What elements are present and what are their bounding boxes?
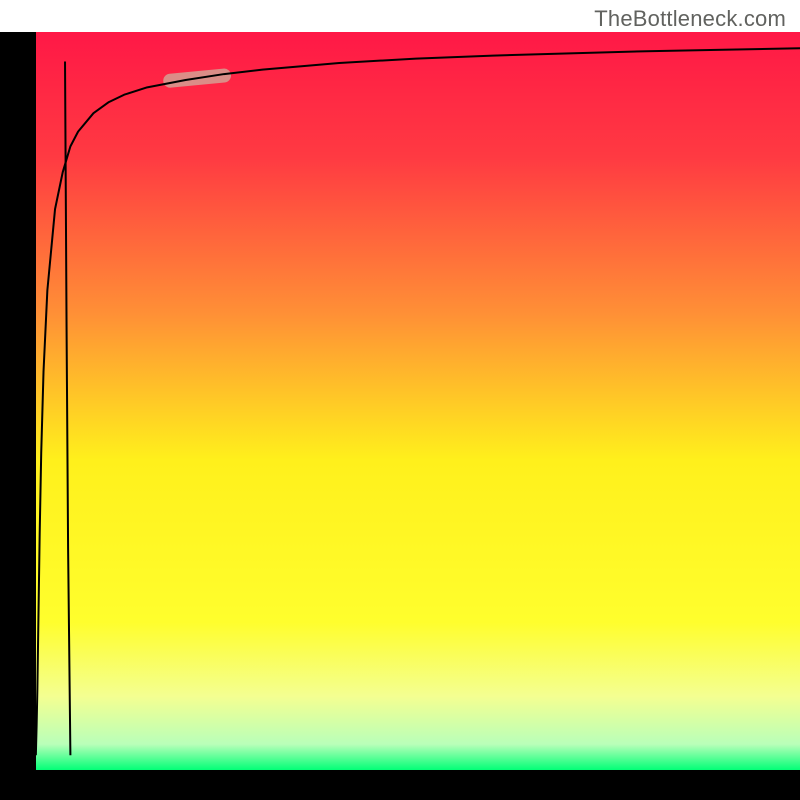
x-axis [0,770,800,800]
bottleneck-chart [0,0,800,800]
attribution-label: TheBottleneck.com [594,6,786,32]
chart-container: TheBottleneck.com [0,0,800,800]
plot-background [32,32,800,770]
y-axis [0,32,36,800]
